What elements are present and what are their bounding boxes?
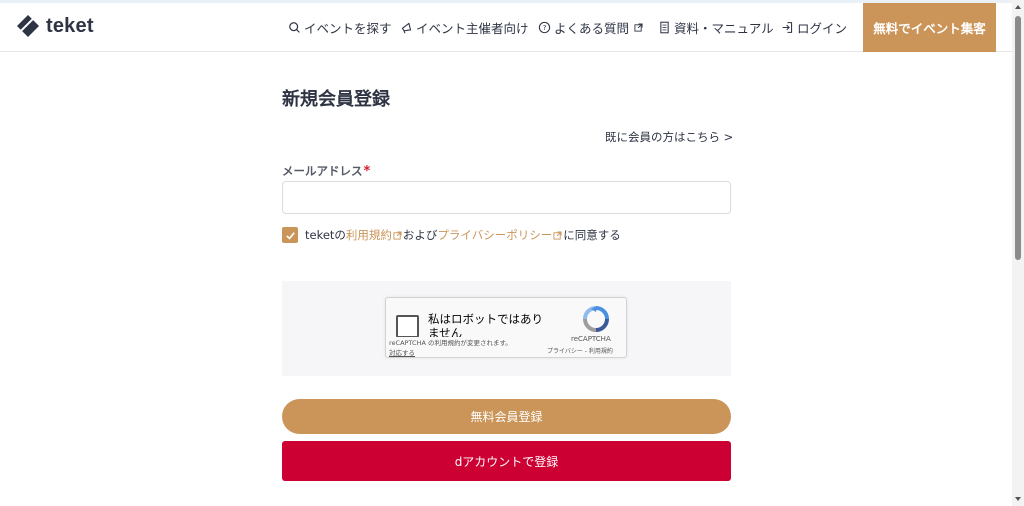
- megaphone-icon: [401, 22, 412, 34]
- nav-login-label: ログイン: [797, 21, 848, 36]
- page-scrollbar[interactable]: [1012, 0, 1024, 506]
- external-link-icon: [634, 23, 643, 32]
- recaptcha-logo-icon: [583, 306, 609, 332]
- terms-link[interactable]: 利用規約: [346, 227, 392, 243]
- recaptcha-terms-link[interactable]: プライバシー - 利用規約: [547, 346, 613, 355]
- svg-text:?: ?: [543, 23, 547, 32]
- nav-organizers[interactable]: イベント主催者向け: [400, 3, 538, 52]
- logo-text: teket: [46, 14, 94, 37]
- login-icon: [782, 22, 793, 33]
- ticket-logo-icon: [17, 15, 39, 37]
- question-icon: ?: [538, 21, 551, 34]
- required-mark: *: [363, 164, 371, 179]
- external-link-icon: [553, 230, 562, 240]
- nav-faq[interactable]: ? よくある質問: [538, 3, 658, 52]
- agree-checkbox[interactable]: [282, 227, 298, 243]
- recaptcha-brand: reCAPTCHA: [571, 335, 611, 343]
- scroll-up-arrow-icon[interactable]: [1014, 3, 1022, 11]
- free-register-button[interactable]: 無料会員登録: [282, 399, 731, 434]
- checkmark-icon: [285, 231, 295, 240]
- daccount-register-button[interactable]: dアカウントで登録: [282, 441, 731, 481]
- document-icon: [660, 21, 669, 34]
- privacy-policy-link[interactable]: プライバシーポリシー: [437, 227, 552, 243]
- site-header: teket イベントを探す イベント主催者向け ? よくある質問 資料・マニュア…: [0, 3, 1012, 52]
- nav-faq-label: よくある質問: [554, 21, 630, 36]
- captcha-area: 私はロボットではありません reCAPTCHA の利用規約が変更されます。 対応…: [282, 281, 731, 376]
- nav-find-events-label: イベントを探す: [304, 21, 392, 36]
- email-label: メールアドレス*: [282, 163, 370, 179]
- nav-documents[interactable]: 資料・マニュアル: [658, 3, 781, 52]
- recaptcha-label: 私はロボットではありません: [428, 312, 543, 340]
- search-icon: [289, 22, 300, 33]
- email-label-text: メールアドレス: [282, 164, 363, 178]
- recaptcha-notice: reCAPTCHA の利用規約が変更されます。: [389, 337, 512, 347]
- nav-organizers-label: イベント主催者向け: [416, 21, 529, 36]
- recaptcha-widget: 私はロボットではありません reCAPTCHA の利用規約が変更されます。 対応…: [385, 297, 627, 358]
- main-nav: イベントを探す イベント主催者向け ? よくある質問 資料・マニュアル ログイン: [288, 3, 856, 52]
- logo[interactable]: teket: [16, 14, 94, 38]
- page-title: 新規会員登録: [282, 89, 390, 110]
- nav-find-events[interactable]: イベントを探す: [288, 3, 400, 52]
- recaptcha-checkbox[interactable]: [396, 315, 419, 338]
- agree-prefix: teketの: [305, 228, 346, 242]
- terms-agreement: teketの 利用規約 および プライバシーポリシー に同意する: [282, 227, 621, 243]
- agree-middle: および: [402, 228, 438, 242]
- nav-login[interactable]: ログイン: [781, 3, 856, 52]
- external-link-icon: [393, 230, 402, 240]
- recaptcha-notice-link[interactable]: 対応する: [389, 347, 415, 357]
- scroll-down-arrow-icon[interactable]: [1014, 495, 1022, 503]
- free-event-cta-button[interactable]: 無料でイベント集客: [863, 3, 996, 52]
- scroll-thumb[interactable]: [1015, 16, 1021, 260]
- existing-member-login-link[interactable]: 既に会員の方はこちら >: [605, 129, 733, 145]
- email-input[interactable]: [282, 181, 731, 214]
- nav-documents-label: 資料・マニュアル: [674, 21, 774, 36]
- agree-suffix: に同意する: [563, 228, 621, 242]
